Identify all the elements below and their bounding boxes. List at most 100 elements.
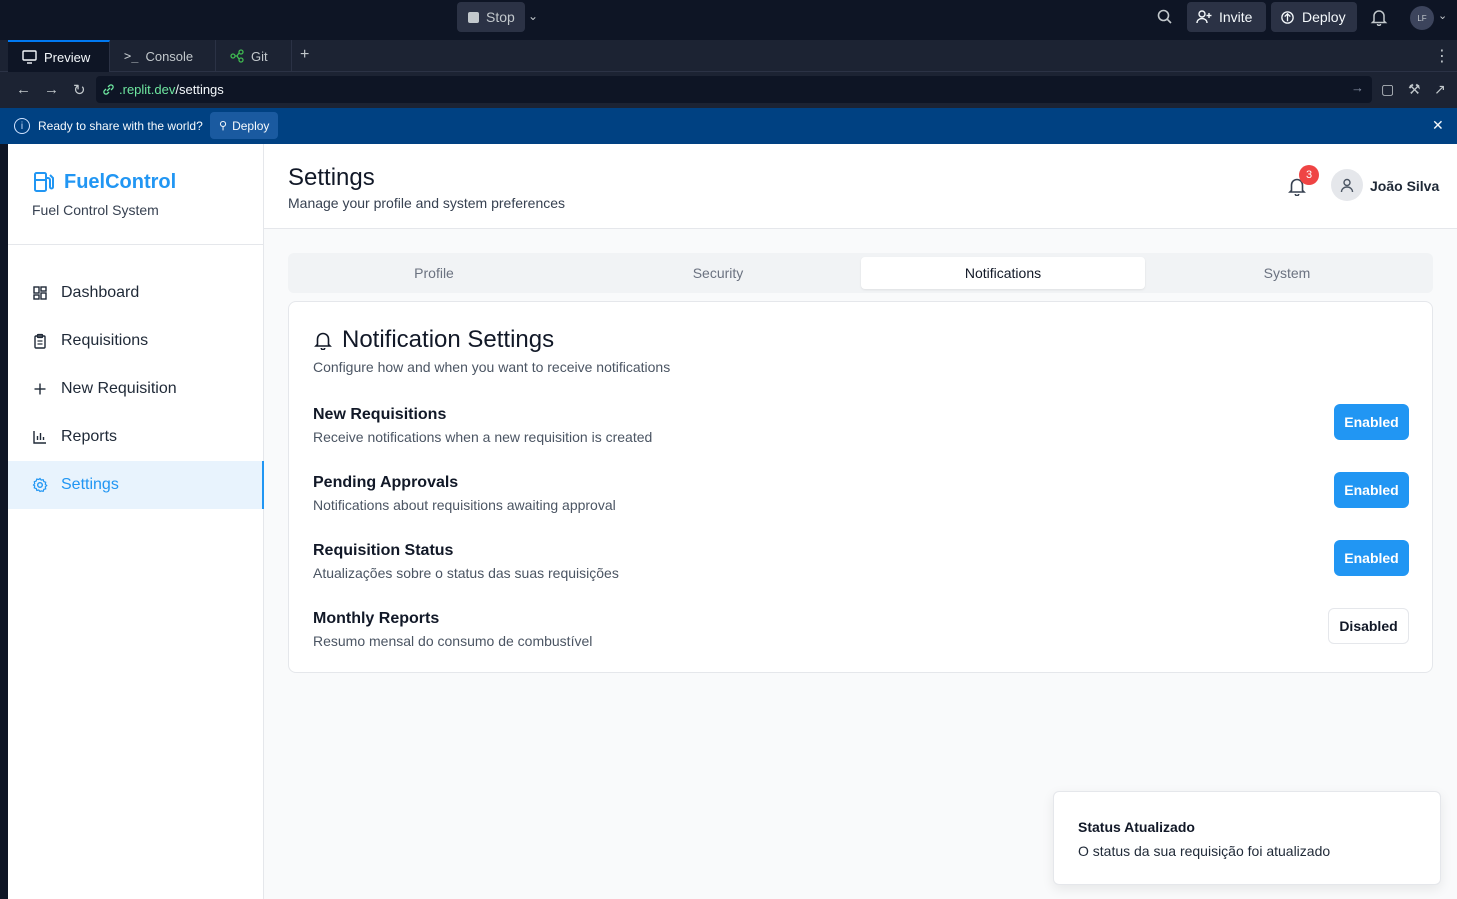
banner-deploy-label: Deploy [232, 118, 270, 133]
tab-label: Preview [44, 49, 91, 65]
sidebar-item-reports[interactable]: Reports [8, 413, 264, 461]
setting-title: Monthly Reports [313, 610, 440, 627]
card-title: Notification Settings [313, 326, 554, 354]
deploy-icon [1281, 10, 1294, 24]
account-avatar[interactable]: LF [1410, 6, 1434, 30]
toggle-requisition-status-button[interactable]: Enabled [1334, 540, 1409, 576]
sidebar-item-requisitions[interactable]: Requisitions [8, 317, 264, 365]
bar-chart-icon [33, 431, 46, 444]
go-arrow-icon[interactable]: → [1351, 80, 1364, 95]
tab-label: Console [145, 48, 194, 64]
setting-new-requisitions: New Requisitions Receive notifications w… [313, 404, 1409, 456]
tab-profile[interactable]: Profile [292, 257, 576, 289]
avatar[interactable] [1331, 169, 1363, 201]
setting-description: Resumo mensal do consumo de combustível [313, 633, 593, 649]
devices-icon[interactable]: ▢ [1381, 81, 1394, 98]
grid-icon [33, 286, 47, 300]
chevron-down-icon[interactable]: ⌄ [528, 9, 538, 23]
plus-icon [34, 383, 46, 395]
brand[interactable]: FuelControl [32, 170, 176, 194]
monitor-icon [22, 50, 37, 64]
sidebar-item-label: New Requisition [61, 380, 177, 397]
url-path: /settings [175, 82, 224, 97]
search-icon[interactable] [1156, 8, 1174, 26]
wrench-icon[interactable]: ⚒ [1408, 81, 1421, 98]
brand-name: FuelControl [64, 170, 177, 193]
app-root: FuelControl Fuel Control System Dashboar… [8, 144, 1457, 899]
info-icon: i [14, 118, 30, 134]
setting-title: New Requisitions [313, 406, 447, 423]
tab-notifications[interactable]: Notifications [861, 257, 1145, 289]
card-title-text: Notification Settings [342, 326, 555, 353]
sidebar-item-label: Requisitions [61, 332, 149, 349]
stop-label: Stop [486, 9, 515, 25]
banner-deploy-button[interactable]: ⚲ Deploy [210, 112, 279, 139]
tab-preview[interactable]: Preview [8, 40, 110, 72]
reload-icon[interactable]: ↻ [73, 81, 86, 99]
back-arrow-icon[interactable]: ← [16, 81, 31, 98]
chevron-down-icon[interactable]: ⌄ [1438, 9, 1447, 22]
user-icon [1340, 178, 1354, 193]
external-link-icon[interactable]: ↗ [1434, 81, 1446, 98]
avatar-initials: LF [1417, 13, 1427, 23]
tab-git[interactable]: Git [216, 40, 292, 72]
page-header: Settings Manage your profile and system … [264, 144, 1457, 229]
setting-description: Receive notifications when a new requisi… [313, 429, 653, 445]
git-icon [230, 49, 244, 63]
browser-toolbar: ← → ↻ .replit.dev /settings → ▢ ⚒ ↗ [0, 72, 1457, 108]
fuel-pump-icon [34, 172, 54, 192]
forward-arrow-icon[interactable]: → [44, 81, 59, 98]
setting-requisition-status: Requisition Status Atualizações sobre o … [313, 540, 1409, 592]
more-vertical-icon[interactable]: ⋮ [1434, 46, 1450, 66]
banner-text: Ready to share with the world? [38, 119, 203, 133]
bell-icon[interactable] [1370, 8, 1388, 26]
tab-system[interactable]: System [1145, 257, 1429, 289]
sidebar: FuelControl Fuel Control System Dashboar… [8, 144, 264, 899]
card-subtitle: Configure how and when you want to recei… [313, 359, 671, 375]
toggle-pending-approvals-button[interactable]: Enabled [1334, 472, 1409, 508]
deploy-button[interactable]: Deploy [1271, 2, 1357, 32]
settings-tabs: Profile Security Notifications System [288, 253, 1433, 293]
setting-monthly-reports: Monthly Reports Resumo mensal do consumo… [313, 608, 1409, 660]
invite-label: Invite [1219, 9, 1253, 25]
stop-button[interactable]: Stop [457, 2, 525, 32]
sidebar-item-settings[interactable]: Settings [8, 461, 264, 509]
pane-tabs: Preview >_ Console Git + ⋮ [0, 40, 1457, 72]
brand-subtitle: Fuel Control System [32, 202, 159, 218]
workspace-topbar: Stop ⌄ Invite Deploy LF ⌄ [0, 0, 1457, 40]
setting-description: Atualizações sobre o status das suas req… [313, 565, 619, 581]
notification-settings-card: Notification Settings Configure how and … [288, 301, 1433, 673]
notification-badge: 3 [1299, 165, 1319, 185]
add-user-icon [1196, 10, 1212, 24]
sidebar-item-label: Settings [61, 476, 119, 493]
setting-title: Requisition Status [313, 542, 454, 559]
url-bar[interactable]: .replit.dev /settings → [96, 76, 1372, 103]
add-tab-icon[interactable]: + [300, 46, 309, 64]
terminal-icon: >_ [124, 49, 139, 63]
toggle-monthly-reports-button[interactable]: Disabled [1328, 608, 1409, 644]
invite-button[interactable]: Invite [1187, 2, 1266, 32]
toast-title: Status Atualizado [1078, 819, 1195, 835]
clipboard-icon [34, 333, 46, 349]
page-subtitle: Manage your profile and system preferenc… [288, 195, 566, 211]
tab-label: Git [251, 48, 268, 64]
close-icon[interactable]: ✕ [1432, 117, 1444, 134]
setting-title: Pending Approvals [313, 474, 459, 491]
sidebar-item-new-requisition[interactable]: New Requisition [8, 365, 264, 413]
toggle-new-requisitions-button[interactable]: Enabled [1334, 404, 1409, 440]
deploy-label: Deploy [1302, 9, 1346, 25]
toast-message: O status da sua requisição foi atualizad… [1078, 843, 1331, 859]
tab-security[interactable]: Security [576, 257, 860, 289]
page-title: Settings [288, 164, 375, 191]
tab-console[interactable]: >_ Console [110, 40, 216, 72]
divider [8, 244, 264, 245]
link-icon [103, 84, 114, 95]
stop-icon [468, 11, 479, 23]
sidebar-item-dashboard[interactable]: Dashboard [8, 269, 264, 317]
sidebar-item-label: Reports [61, 428, 118, 445]
user-name[interactable]: João Silva [1370, 178, 1439, 194]
setting-description: Notifications about requisitions awaitin… [313, 497, 616, 513]
toast-notification[interactable]: Status Atualizado O status da sua requis… [1053, 791, 1441, 885]
sidebar-item-label: Dashboard [61, 284, 140, 301]
gear-icon [32, 477, 48, 493]
